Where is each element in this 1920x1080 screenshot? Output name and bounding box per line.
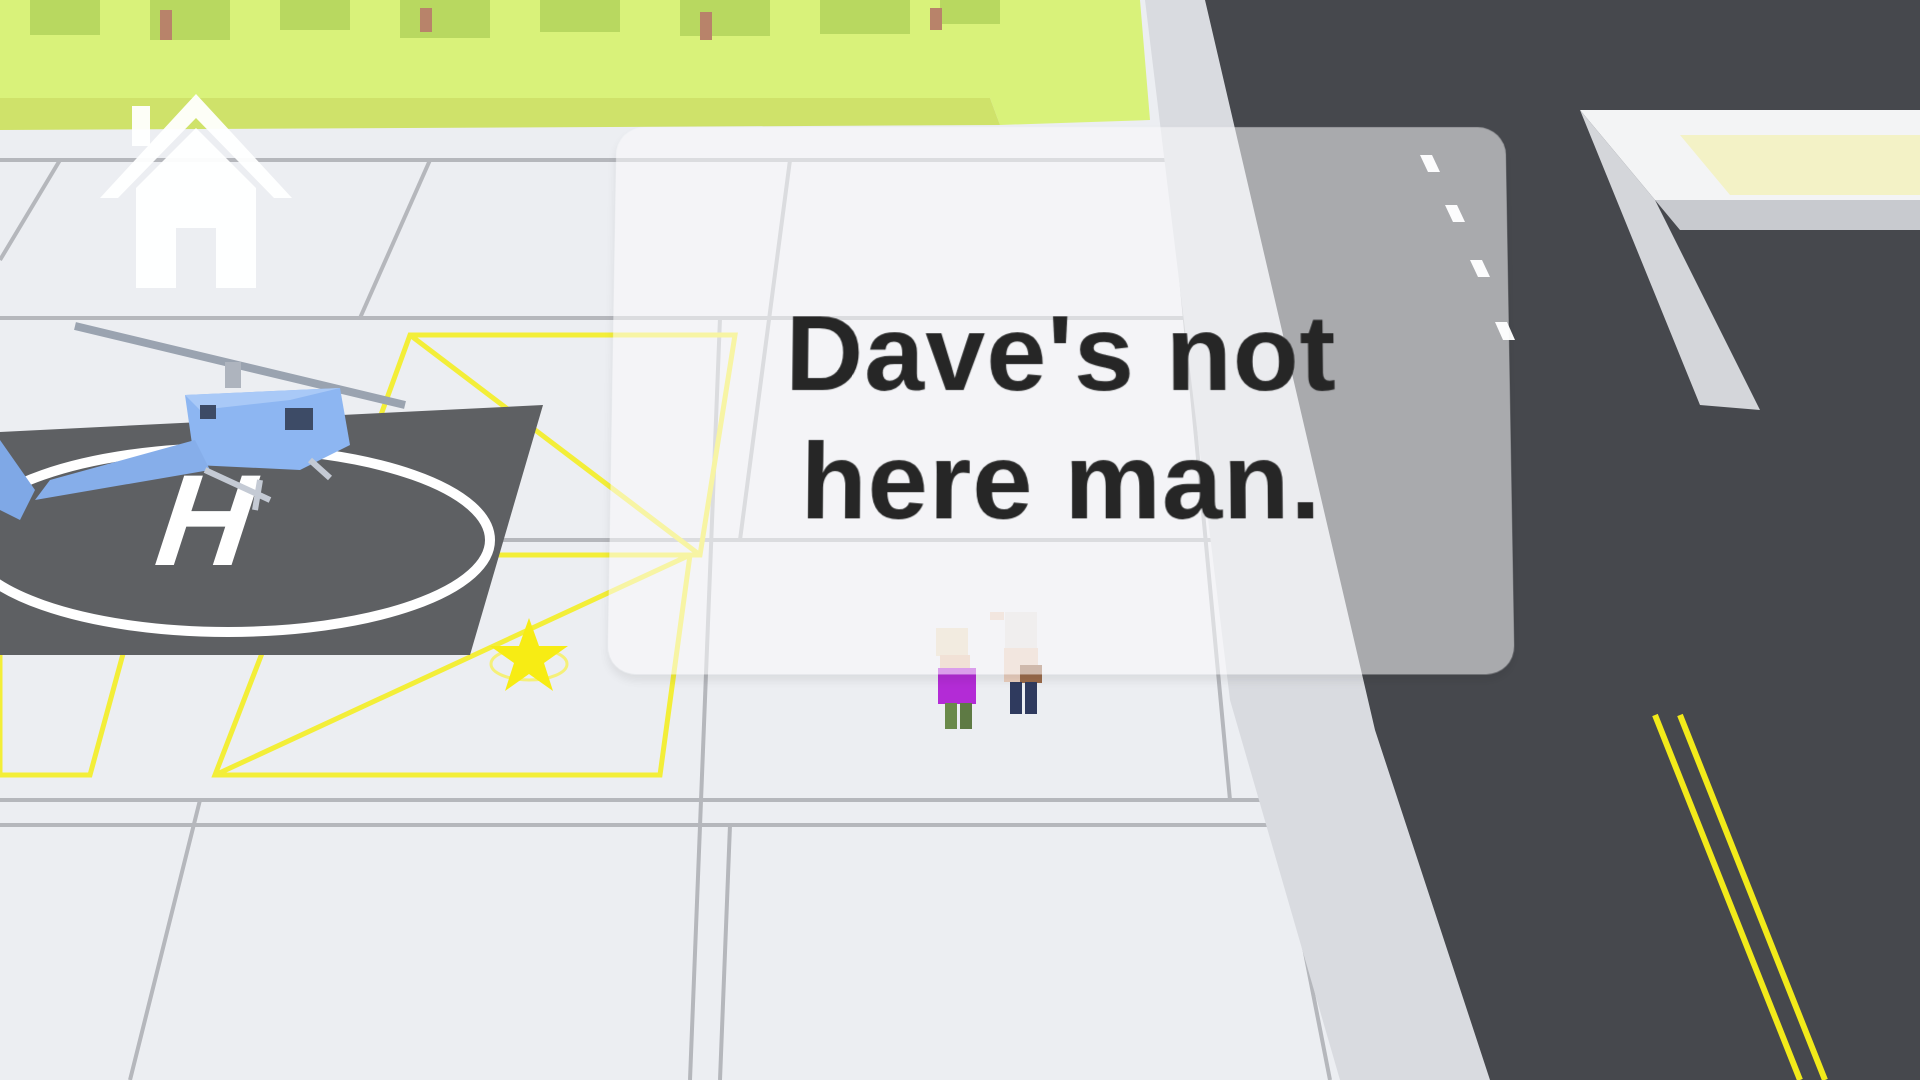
- dialog-box[interactable]: Dave's not here man.: [607, 127, 1515, 675]
- home-icon[interactable]: [96, 88, 296, 293]
- building-wall: [1655, 200, 1920, 230]
- dialog-line-1: Dave's not: [784, 292, 1338, 413]
- dialog-line-2: here man.: [799, 419, 1323, 542]
- star-icon[interactable]: [486, 612, 572, 698]
- dialog-message: Dave's not here man.: [610, 290, 1513, 546]
